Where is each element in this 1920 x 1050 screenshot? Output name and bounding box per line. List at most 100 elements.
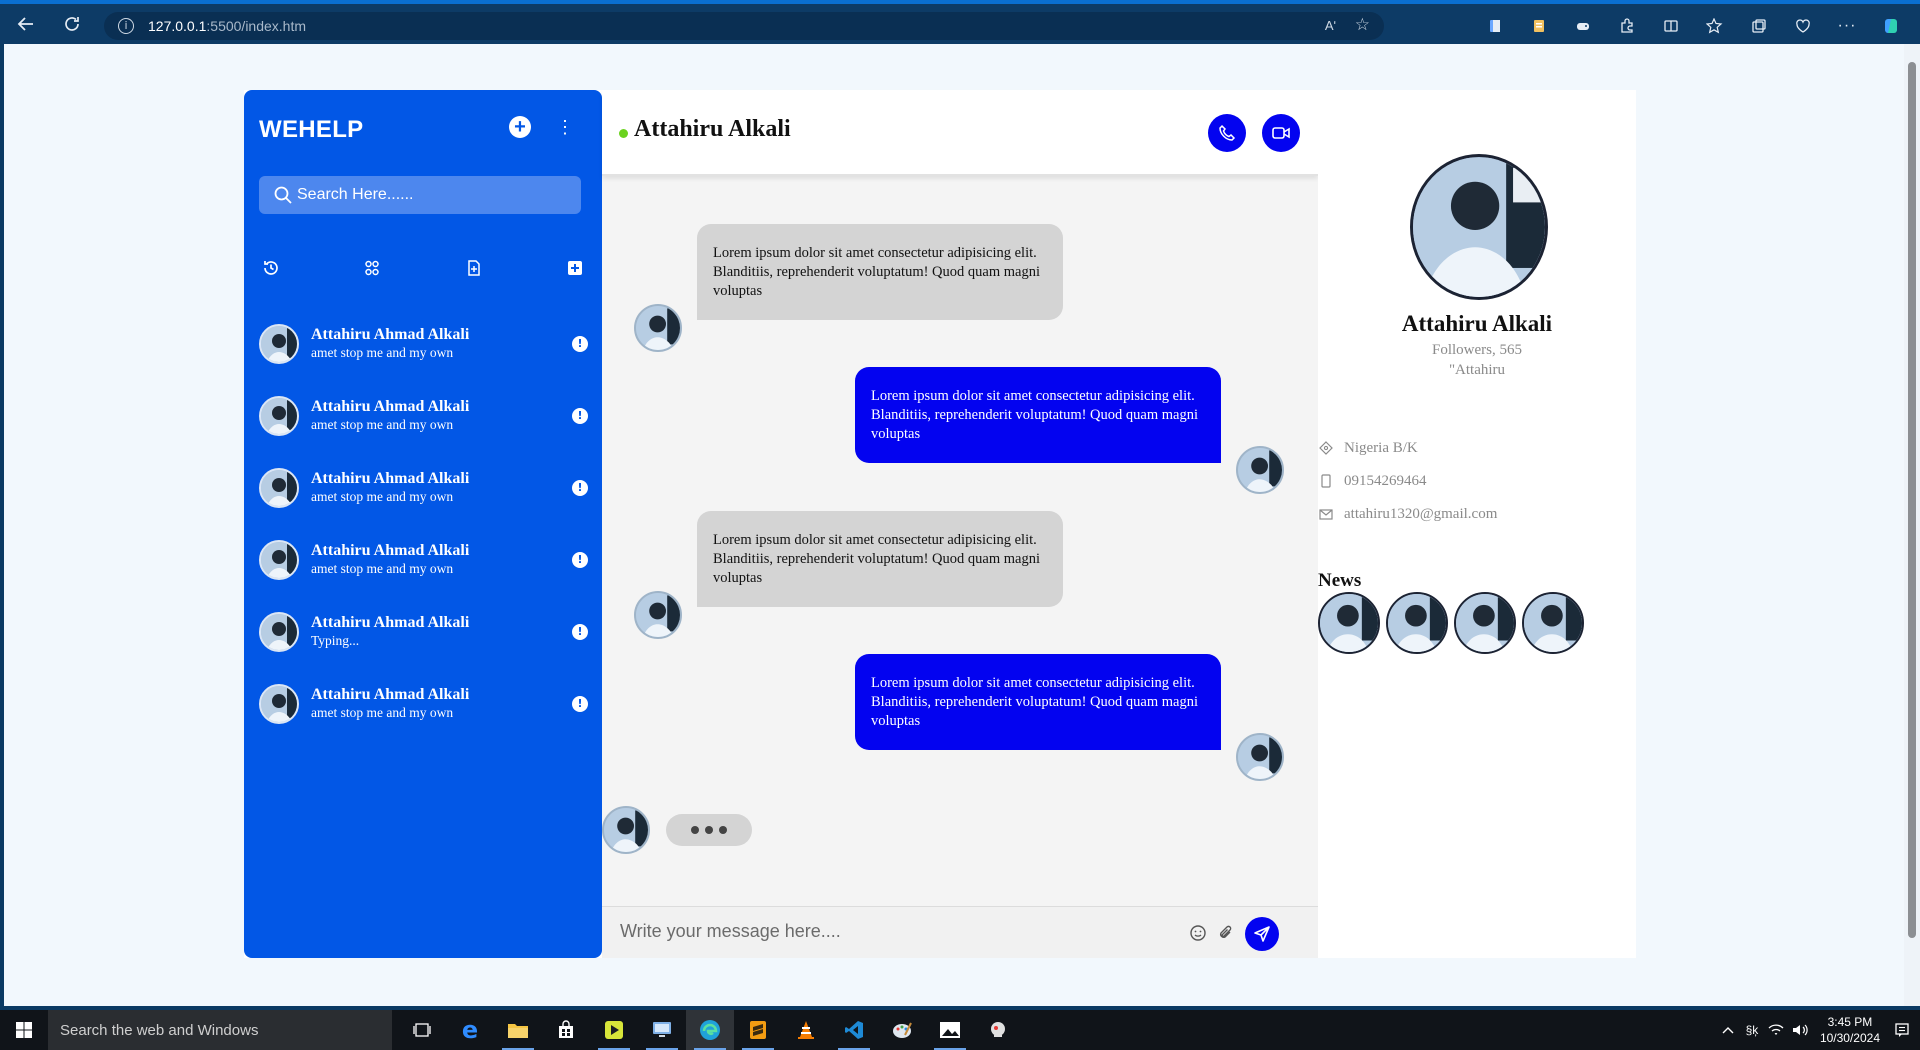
profile-email[interactable]: attahiru1320@gmail.com [1318,504,1497,524]
tab-history[interactable] [259,256,283,280]
favorite-star-icon[interactable]: ☆ [1355,15,1370,35]
typing-avatar [602,806,650,854]
unread-badge-icon: ! [572,696,588,712]
taskbar-edge-legacy[interactable]: e [446,1010,494,1050]
start-button[interactable] [0,1010,48,1050]
taskbar-store[interactable] [542,1010,590,1050]
tray-wifi-icon[interactable] [1764,1023,1788,1037]
contact-preview: amet stop me and my own [311,417,454,432]
message-incoming: Lorem ipsum dolor sit amet consectetur a… [697,224,1063,320]
attach-button[interactable] [1216,923,1236,943]
copilot-icon[interactable] [1872,10,1910,42]
contact-name: Attahiru Ahmad Alkali [311,686,470,703]
page-scrollbar[interactable] [1904,44,1920,1006]
tab-add-file[interactable] [462,256,486,280]
extension-notes-icon[interactable] [1520,10,1558,42]
new-chat-button[interactable]: + [509,116,531,138]
news-item[interactable] [1386,592,1448,654]
taskbar-search[interactable]: Search the web and Windows [48,1010,392,1050]
photos-icon [940,1022,960,1038]
sidebar-more-button[interactable]: ⋮ [556,116,574,138]
read-aloud-icon[interactable]: Aʹ [1325,18,1336,33]
unread-badge-icon: ! [572,336,588,352]
chat-panel: Attahiru Alkali Lorem ipsum dolor sit am… [602,90,1318,958]
profile-phone: 09154269464 [1318,471,1427,491]
taskbar-paint[interactable] [878,1010,926,1050]
taskbar-clock[interactable]: 3:45 PM 10/30/2024 [1820,1014,1880,1046]
online-status-dot [619,129,628,138]
taskbar-media-app[interactable] [590,1010,638,1050]
more-options-icon[interactable]: ··· [1828,10,1866,42]
profile-location: Nigeria B/K [1318,438,1418,458]
phone-icon [1219,124,1236,141]
profile-name: Attahiru Alkali [1401,311,1553,336]
tray-input-language[interactable]: §ķ [1740,1023,1764,1037]
browser-essentials-icon[interactable] [1784,10,1822,42]
tab-add-box[interactable] [563,256,587,280]
action-center-icon[interactable] [1890,1022,1914,1038]
message-avatar [1236,733,1284,781]
task-view-button[interactable] [398,1010,446,1050]
contact-item[interactable]: Attahiru Ahmad Alkali Typing... ! [259,612,589,684]
contact-item[interactable]: Attahiru Ahmad Alkali amet stop me and my… [259,540,589,612]
taskbar-remote-desktop[interactable] [638,1010,686,1050]
mail-icon [1318,506,1334,522]
extensions-puzzle-icon[interactable] [1608,10,1646,42]
phone-device-icon [1318,473,1334,489]
browser-toolbar: i 127.0.0.1:5500/index.htm Aʹ ☆ ··· [0,0,1920,44]
profile-panel: Attahiru Alkali Followers, 565 "Attahiru… [1318,90,1636,958]
extension-blue-icon[interactable] [1476,10,1514,42]
contact-item[interactable]: Attahiru Ahmad Alkali amet stop me and my… [259,468,589,540]
site-info-icon[interactable]: i [118,18,134,34]
taskbar-vlc[interactable] [782,1010,830,1050]
unread-badge-icon: ! [572,480,588,496]
contact-item[interactable]: Attahiru Ahmad Alkali amet stop me and my… [259,684,589,756]
taskbar-game[interactable] [974,1010,1022,1050]
search-input[interactable]: Search Here...... [259,176,581,214]
back-button[interactable] [4,4,48,44]
groups-icon [365,260,379,276]
taskbar-vscode[interactable] [830,1010,878,1050]
taskbar-file-explorer[interactable] [494,1010,542,1050]
store-bag-icon [559,1020,573,1038]
news-list [1318,592,1584,654]
tab-groups[interactable] [360,256,384,280]
contact-item[interactable]: Attahiru Ahmad Alkali amet stop me and my… [259,324,589,396]
taskbar-sublime[interactable] [734,1010,782,1050]
vscode-icon [845,1021,863,1039]
contact-avatar [259,612,299,652]
message-composer[interactable]: Write your message here.... [602,906,1318,958]
contact-name: Attahiru Ahmad Alkali [311,470,470,487]
scrollbar-thumb[interactable] [1908,62,1916,938]
vlc-cone-icon [798,1021,814,1039]
brand-logo: WEHELP [259,116,364,143]
tray-chevron-up-icon[interactable] [1716,1025,1740,1035]
send-button[interactable] [1245,917,1279,951]
taskbar-edge[interactable] [686,1010,734,1050]
emoji-button[interactable] [1188,923,1208,943]
collections-icon[interactable] [1740,10,1778,42]
chat-app: WEHELP + ⋮ Search Here...... Attahiru Ah… [244,90,1636,958]
contact-avatar [259,540,299,580]
contact-item[interactable]: Attahiru Ahmad Alkali amet stop me and my… [259,396,589,468]
unread-badge-icon: ! [572,552,588,568]
favorites-icon[interactable] [1696,10,1734,42]
tray-volume-icon[interactable] [1788,1023,1812,1037]
voice-call-button[interactable] [1208,114,1246,152]
video-call-button[interactable] [1262,114,1300,152]
news-item[interactable] [1522,592,1584,654]
news-item[interactable] [1318,592,1380,654]
split-screen-icon[interactable] [1652,10,1690,42]
paperclip-icon [1220,925,1232,938]
browser-extensions: ··· [1476,10,1910,42]
taskbar-photos[interactable] [926,1010,974,1050]
refresh-button[interactable] [50,4,94,44]
address-bar[interactable]: i 127.0.0.1:5500/index.htm Aʹ ☆ [104,12,1384,40]
windows-taskbar: Search the web and Windows e §ķ 3:45 PM … [0,1010,1920,1050]
message-input[interactable]: Write your message here.... [620,921,841,942]
extension-game-icon[interactable] [1564,10,1602,42]
message-avatar [634,591,682,639]
location-icon [1318,440,1334,456]
contact-avatar [259,468,299,508]
news-item[interactable] [1454,592,1516,654]
